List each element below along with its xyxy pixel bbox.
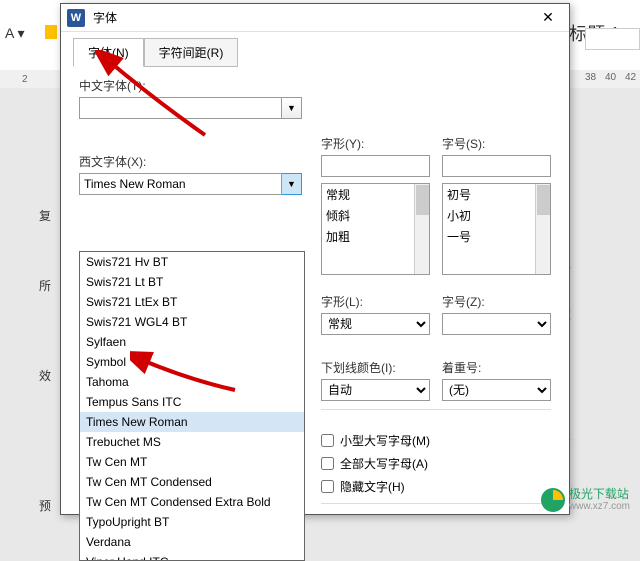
- font-option-selected[interactable]: Times New Roman: [80, 412, 304, 432]
- smallcaps-row: 小型大写字母(M): [321, 432, 551, 449]
- font-option[interactable]: Tw Cen MT Condensed Extra Bold: [80, 492, 304, 512]
- ruler-left-tick: 2: [22, 74, 28, 85]
- section-char: 效: [39, 367, 51, 384]
- style2-label: 字形(L):: [321, 293, 430, 310]
- smallcaps-label: 小型大写字母(M): [340, 432, 430, 449]
- ribbon-button[interactable]: [585, 28, 640, 50]
- chevron-down-icon[interactable]: ▼: [282, 97, 302, 119]
- style2-select[interactable]: 常规: [321, 313, 430, 335]
- font-option[interactable]: Symbol: [80, 352, 304, 372]
- scrollbar[interactable]: [535, 184, 550, 274]
- allcaps-label: 全部大写字母(A): [340, 455, 428, 472]
- list-item[interactable]: 一号: [443, 226, 550, 247]
- western-font-input[interactable]: [79, 173, 282, 195]
- word-app-icon: W: [67, 9, 85, 27]
- font-dialog: W 字体 ✕ 字体(N) 字符间距(R) 中文字体(T): ▼ 西文字体(X):…: [60, 3, 570, 515]
- chevron-down-icon[interactable]: ▼: [282, 173, 302, 195]
- font-option[interactable]: Swis721 Lt BT: [80, 272, 304, 292]
- tab-spacing[interactable]: 字符间距(R): [144, 38, 239, 67]
- list-item[interactable]: 小初: [443, 205, 550, 226]
- dialog-body: 中文字体(T): ▼ 西文字体(X): ▼ 复 所 效 预 字形(Y):: [61, 67, 569, 205]
- font-option[interactable]: Swis721 WGL4 BT: [80, 312, 304, 332]
- hidden-label: 隐藏文字(H): [340, 478, 405, 495]
- ruler-tick: 42: [625, 72, 636, 83]
- size-label: 字号(S):: [442, 135, 551, 152]
- emphasis-select[interactable]: (无): [442, 379, 551, 401]
- dialog-titlebar: W 字体 ✕: [61, 4, 569, 32]
- font-option[interactable]: TypoUpright BT: [80, 512, 304, 532]
- list-item[interactable]: 初号: [443, 184, 550, 205]
- chinese-font-input[interactable]: [79, 97, 282, 119]
- section-char: 所: [39, 277, 51, 294]
- dialog-tabs: 字体(N) 字符间距(R): [61, 32, 569, 67]
- hidden-checkbox[interactable]: [321, 480, 334, 493]
- tab-font[interactable]: 字体(N): [73, 38, 144, 67]
- list-item[interactable]: 倾斜: [322, 205, 429, 226]
- style-label: 字形(Y):: [321, 135, 430, 152]
- section-char: 复: [39, 207, 51, 224]
- watermark-url: www.xz7.com: [569, 501, 630, 512]
- scrollbar[interactable]: [414, 184, 429, 274]
- size2-select[interactable]: [442, 313, 551, 335]
- font-color-icon: A ▾: [5, 25, 24, 42]
- underline-color-label: 下划线颜色(I):: [321, 359, 430, 376]
- chinese-font-combo[interactable]: ▼: [79, 97, 302, 119]
- allcaps-checkbox[interactable]: [321, 457, 334, 470]
- font-option[interactable]: Swis721 Hv BT: [80, 252, 304, 272]
- scroll-thumb[interactable]: [416, 185, 429, 215]
- font-option[interactable]: Verdana: [80, 532, 304, 552]
- ruler-tick: 38: [585, 72, 596, 83]
- dialog-title: 字体: [93, 9, 533, 26]
- watermark-icon: [541, 488, 565, 512]
- smallcaps-checkbox[interactable]: [321, 434, 334, 447]
- style-input[interactable]: [321, 155, 430, 177]
- hidden-row: 隐藏文字(H): [321, 478, 551, 495]
- style-listbox[interactable]: 常规 倾斜 加粗: [321, 183, 430, 275]
- underline-color-select[interactable]: 自动: [321, 379, 430, 401]
- ruler-tick: 40: [605, 72, 616, 83]
- emphasis-label: 着重号:: [442, 359, 551, 376]
- font-option[interactable]: Sylfaen: [80, 332, 304, 352]
- divider: [321, 409, 551, 410]
- watermark-name: 极光下载站: [569, 488, 630, 501]
- font-option[interactable]: Tahoma: [80, 372, 304, 392]
- font-option[interactable]: Tw Cen MT: [80, 452, 304, 472]
- watermark: 极光下载站 www.xz7.com: [541, 488, 630, 512]
- font-option[interactable]: Tempus Sans ITC: [80, 392, 304, 412]
- right-panel: 字形(Y): 字号(S): 常规 倾斜 加粗: [321, 135, 551, 512]
- allcaps-row: 全部大写字母(A): [321, 455, 551, 472]
- font-option[interactable]: Swis721 LtEx BT: [80, 292, 304, 312]
- section-char: 预: [39, 497, 51, 514]
- size2-label: 字号(Z):: [442, 293, 551, 310]
- divider: [321, 503, 551, 504]
- scroll-thumb[interactable]: [537, 185, 550, 215]
- list-item[interactable]: 加粗: [322, 226, 429, 247]
- western-font-dropdown[interactable]: Swis721 Hv BT Swis721 Lt BT Swis721 LtEx…: [79, 251, 305, 561]
- size-input[interactable]: [442, 155, 551, 177]
- list-item[interactable]: 常规: [322, 184, 429, 205]
- highlight-icon: [45, 25, 57, 39]
- font-option[interactable]: Viner Hand ITC: [80, 552, 304, 561]
- close-button[interactable]: ✕: [533, 7, 563, 29]
- size-listbox[interactable]: 初号 小初 一号: [442, 183, 551, 275]
- western-font-combo[interactable]: ▼: [79, 173, 302, 195]
- font-option[interactable]: Tw Cen MT Condensed: [80, 472, 304, 492]
- chinese-font-label: 中文字体(T):: [79, 77, 302, 94]
- western-font-label: 西文字体(X):: [79, 153, 302, 170]
- font-option[interactable]: Trebuchet MS: [80, 432, 304, 452]
